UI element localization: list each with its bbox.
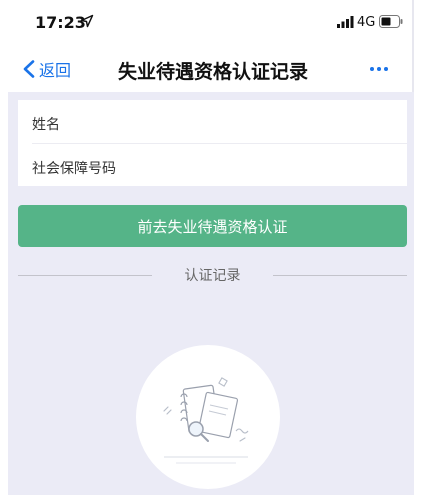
info-card: 姓名 社会保障号码 xyxy=(18,100,407,186)
network-type: 4G xyxy=(357,15,376,30)
social-security-number-label: 社会保障号码 xyxy=(32,161,116,177)
more-icon[interactable] xyxy=(368,64,390,74)
go-certify-button[interactable]: 前去失业待遇资格认证 xyxy=(18,205,407,247)
page-title: 失业待遇资格认证记录 xyxy=(117,61,308,83)
divider xyxy=(32,143,407,144)
battery-icon xyxy=(379,15,403,28)
signal-bars-icon xyxy=(337,16,354,28)
content-area: 姓名 社会保障号码 前去失业待遇资格认证 认证记录 xyxy=(8,92,414,495)
status-time: 17:23 xyxy=(35,13,86,32)
location-arrow-icon xyxy=(80,14,94,28)
name-label: 姓名 xyxy=(32,117,60,133)
status-bar: 17:23 4G xyxy=(0,0,414,44)
notebook-magnifier-illustration xyxy=(136,345,280,489)
divider-line-right xyxy=(273,275,407,276)
records-section-header: 认证记录 xyxy=(18,263,407,287)
navigation-bar: 返回 失业待遇资格认证记录 xyxy=(0,48,414,92)
